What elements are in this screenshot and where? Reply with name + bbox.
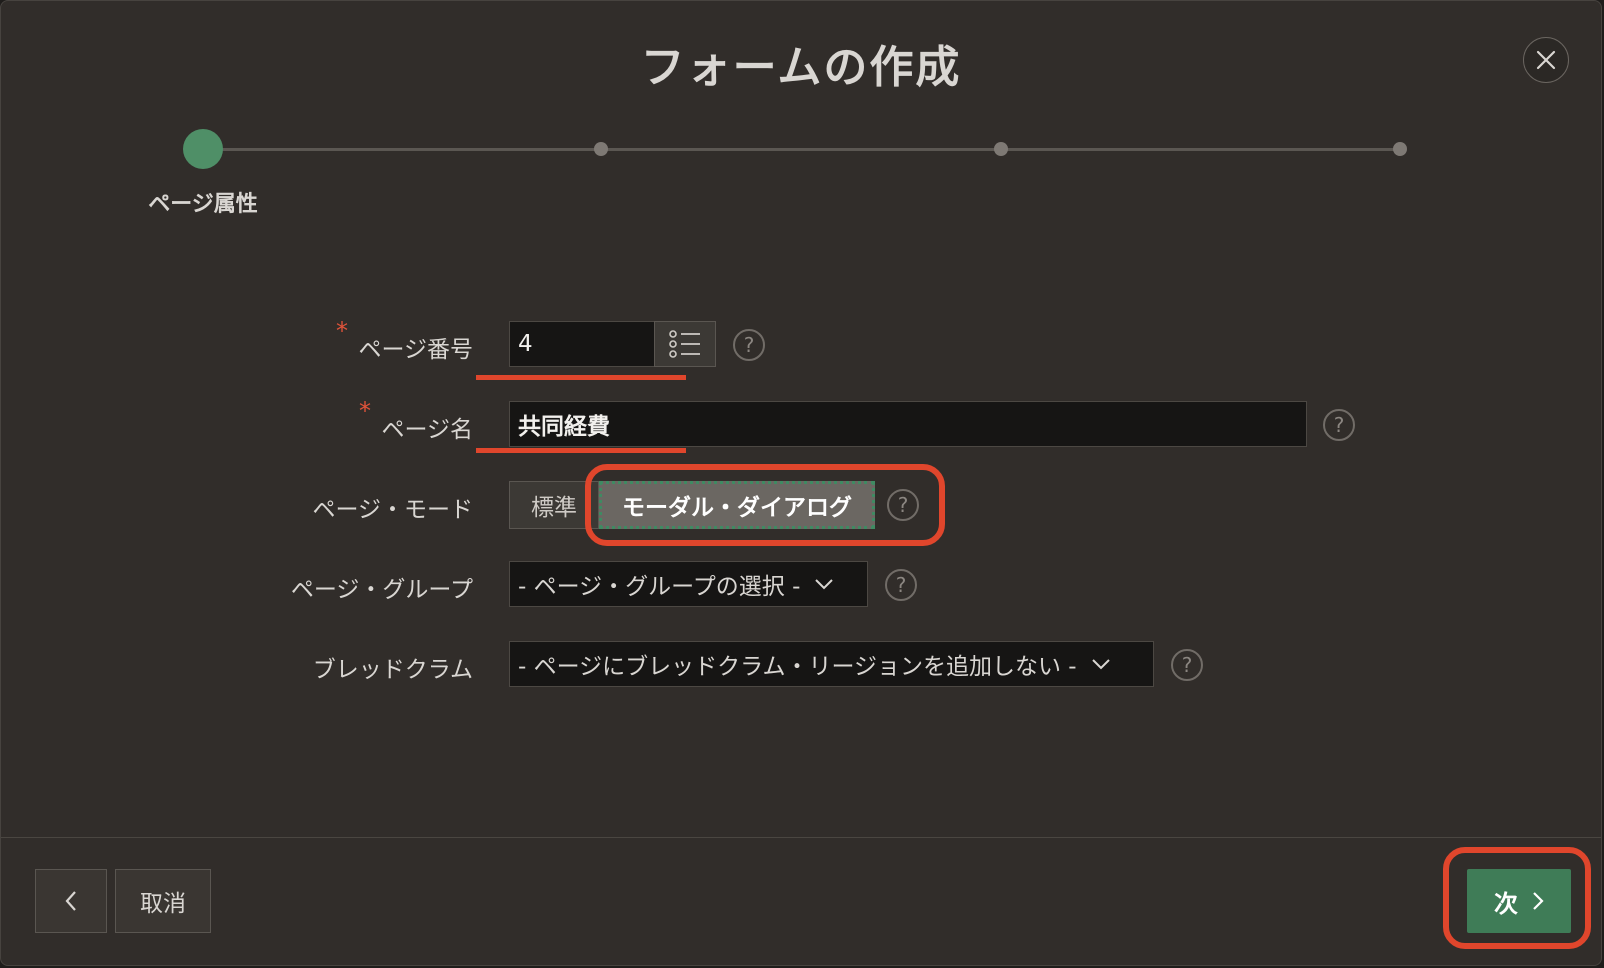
annotation-underline [476,448,686,453]
annotation-highlight-box [1443,847,1591,949]
page-group-help-icon[interactable]: ? [885,569,917,601]
wizard-step-1-dot [183,129,223,169]
wizard-step-2-dot [594,142,608,156]
breadcrumb-help-icon[interactable]: ? [1171,649,1203,681]
breadcrumb-label: ブレッドクラム [312,657,473,683]
page-number-input[interactable]: 4 [509,321,655,367]
close-button[interactable] [1523,37,1569,83]
page-name-input[interactable]: 共同経費 [509,401,1307,447]
previous-button[interactable] [35,869,107,933]
create-form-dialog: フォームの作成 ページ属性 * ページ番号 4 ? * ページ名 共同経費 ? … [0,0,1602,966]
annotation-underline [476,375,686,380]
cancel-button[interactable]: 取消 [115,869,211,933]
required-marker: * [359,397,371,425]
close-icon [1536,50,1556,70]
list-icon [669,330,700,358]
page-group-select-value: - ページ・グループの選択 - [518,574,801,600]
chevron-left-icon [65,891,76,911]
breadcrumb-select[interactable]: - ページにブレッドクラム・リージョンを追加しない - [509,641,1154,687]
breadcrumb-select-value: - ページにブレッドクラム・リージョンを追加しない - [518,654,1077,680]
page-name-help-icon[interactable]: ? [1323,409,1355,441]
page-number-list-button[interactable] [654,321,716,367]
annotation-highlight-box [585,464,945,546]
wizard-progress-track [203,148,1403,151]
page-number-help-icon[interactable]: ? [733,329,765,361]
wizard-step-3-dot [994,142,1008,156]
wizard-step-4-dot [1393,142,1407,156]
page-number-label: ページ番号 [358,337,473,363]
page-group-select[interactable]: - ページ・グループの選択 - [509,561,868,607]
footer-divider [1,837,1601,838]
wizard-step-label: ページ属性 [148,192,258,217]
required-marker: * [336,317,348,345]
page-name-label: ページ名 [381,417,473,443]
chevron-down-icon [1091,659,1110,670]
page-mode-label: ページ・モード [312,497,473,523]
page-group-label: ページ・グループ [290,577,473,603]
dialog-title: フォームの作成 [640,42,962,93]
chevron-down-icon [815,579,834,590]
